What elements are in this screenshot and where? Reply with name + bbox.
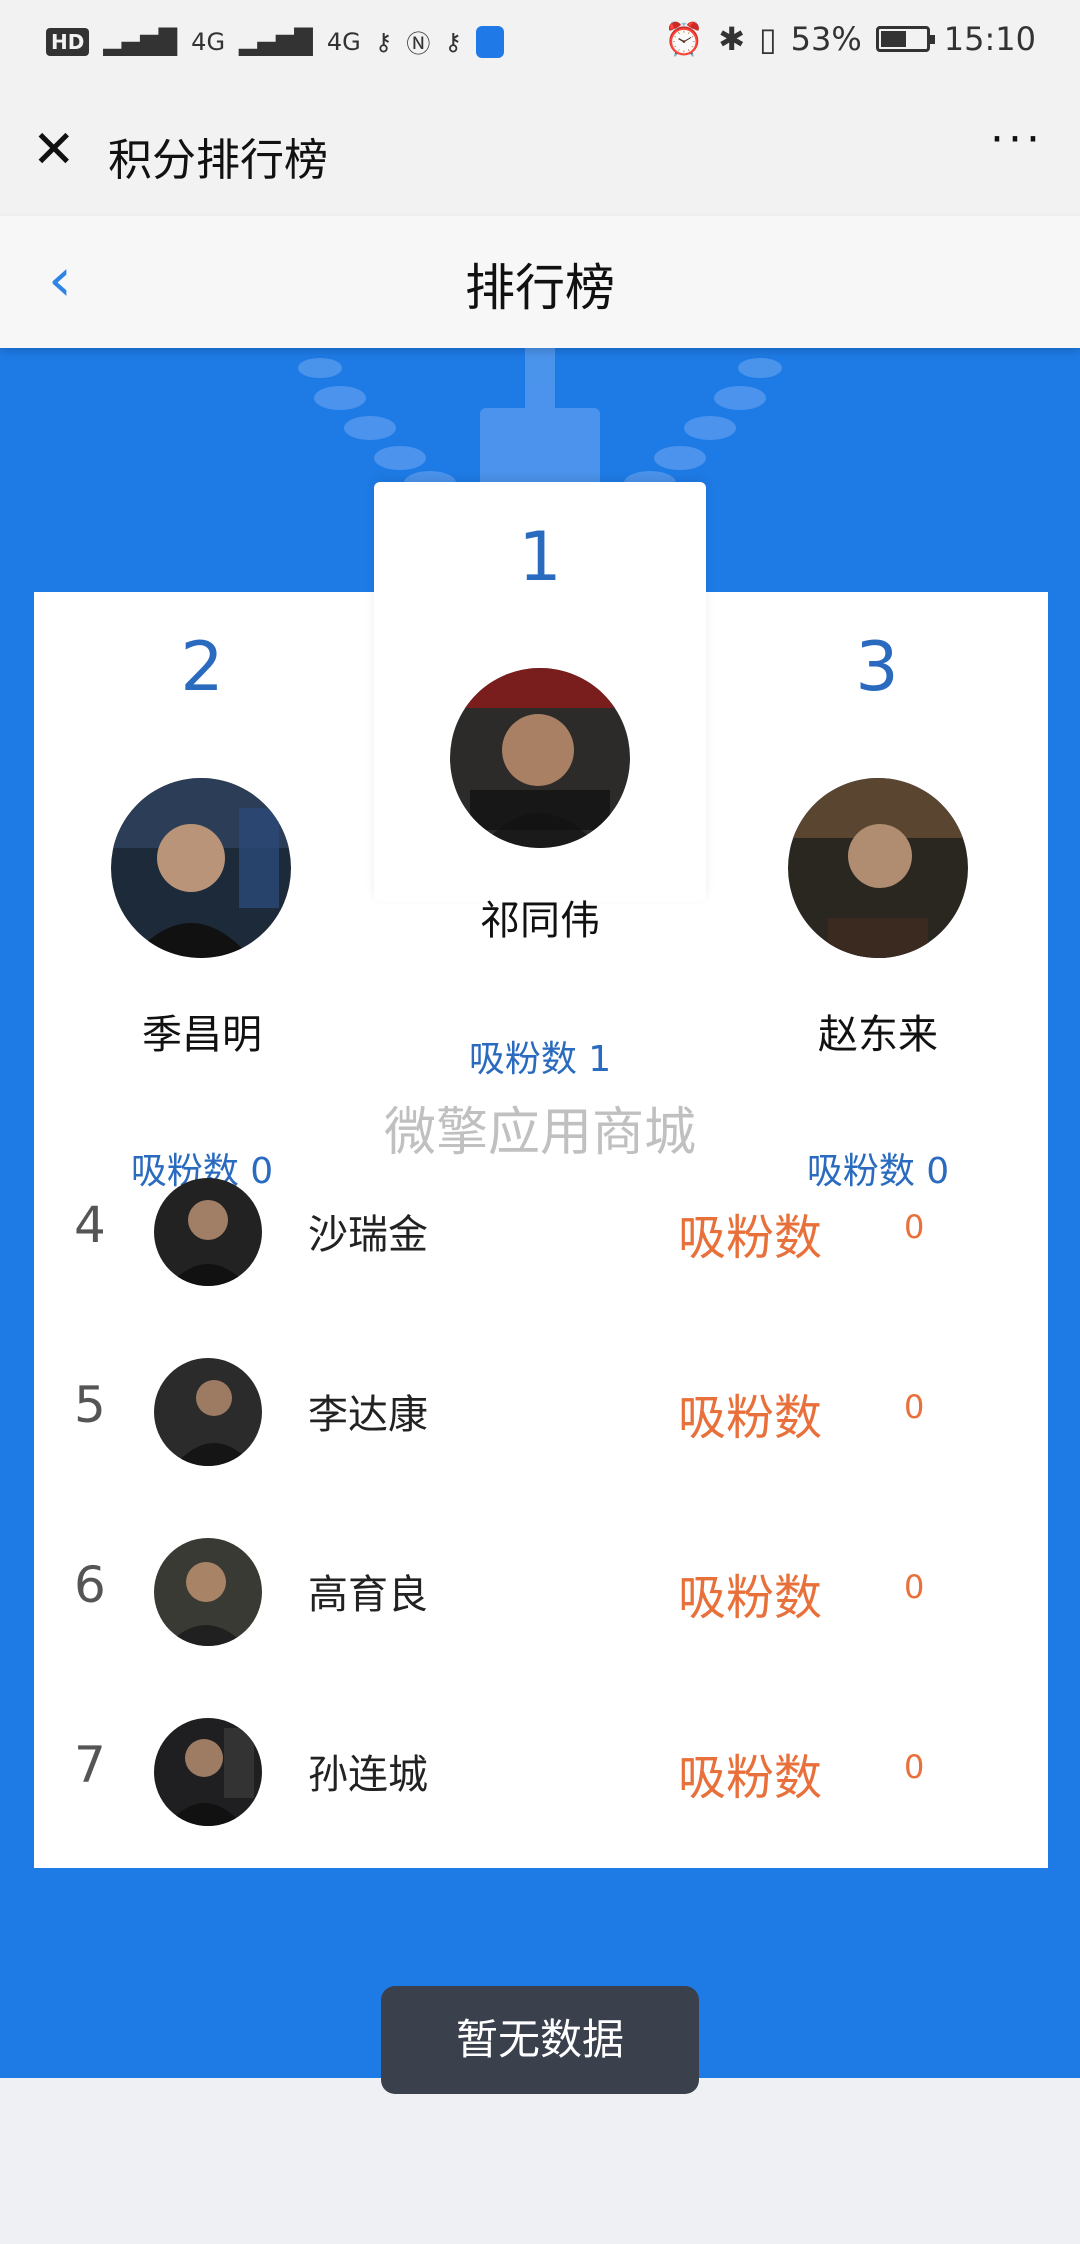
clock: 15:10 bbox=[943, 20, 1036, 58]
list-name: 高育良 bbox=[308, 1572, 428, 1618]
list-item[interactable]: 4 沙瑞金 吸粉数 0 bbox=[34, 1142, 1048, 1322]
battery-percent: 53% bbox=[790, 20, 862, 58]
shield-icon bbox=[475, 25, 504, 58]
close-icon[interactable]: ✕ bbox=[32, 124, 76, 176]
list-name: 沙瑞金 bbox=[308, 1212, 428, 1258]
battery-icon bbox=[875, 26, 935, 52]
nfc-icon: Ⓝ bbox=[406, 30, 431, 58]
list-name: 李达康 bbox=[308, 1392, 428, 1438]
status-right: ⏰ ✱ ▯ 53% 15:10 bbox=[664, 20, 1036, 58]
nav-title: 积分排行榜 bbox=[108, 135, 328, 186]
network-badge: 4G bbox=[326, 27, 361, 56]
avatar bbox=[154, 1178, 262, 1286]
watermark: 微擎应用商城 bbox=[383, 1103, 696, 1163]
rank-number: 4 bbox=[74, 1196, 106, 1254]
network-badge: 4G bbox=[191, 27, 226, 56]
more-button[interactable]: ··· bbox=[990, 114, 1044, 165]
toast-message: 暂无数据 bbox=[381, 1986, 699, 2094]
fans-label: 吸粉数 bbox=[678, 1390, 823, 1446]
wechat-nav-bar: ✕ 积分排行榜 ··· bbox=[0, 84, 1080, 216]
key-icon: ⚷ bbox=[374, 27, 393, 56]
rank-1-number: 1 bbox=[518, 518, 562, 597]
fans-label: 吸粉数 bbox=[678, 1570, 823, 1626]
fans-value: 0 bbox=[904, 1568, 925, 1606]
avatar bbox=[154, 1718, 262, 1826]
podium-name: 赵东来 bbox=[818, 1012, 938, 1058]
avatar-photo bbox=[111, 778, 291, 958]
podium-fans: 吸粉数 1 bbox=[468, 1039, 612, 1080]
avatar-photo bbox=[788, 778, 968, 958]
avatar[interactable] bbox=[788, 778, 968, 958]
key-icon: ⚷ bbox=[444, 27, 462, 56]
alarm-icon: ⏰ bbox=[664, 20, 705, 58]
fans-label: 吸粉数 bbox=[678, 1750, 823, 1806]
hd-badge: HD bbox=[46, 27, 90, 56]
rank-number: 5 bbox=[74, 1376, 106, 1434]
list-item[interactable]: 6 高育良 吸粉数 0 bbox=[34, 1502, 1048, 1682]
avatar-photo bbox=[154, 1358, 262, 1466]
podium-name: 季昌明 bbox=[142, 1012, 262, 1058]
page-title: 排行榜 bbox=[465, 259, 615, 317]
avatar-photo bbox=[154, 1178, 262, 1286]
signal-icon: ▂▄▆█ bbox=[103, 27, 178, 56]
status-bar: HD ▂▄▆█ 4G ▂▄▆█ 4G ⚷ Ⓝ ⚷ ⏰ ✱ ▯ 53% 15:10 bbox=[0, 0, 1080, 84]
signal-icon: ▂▄▆█ bbox=[239, 27, 313, 56]
page-header: ‹ 排行榜 bbox=[0, 216, 1080, 348]
bluetooth-icon: ✱ bbox=[718, 20, 746, 58]
fans-label: 吸粉数 bbox=[678, 1210, 823, 1266]
avatar[interactable] bbox=[111, 778, 291, 958]
podium-name: 祁同伟 bbox=[480, 898, 600, 944]
fans-value: 0 bbox=[904, 1388, 925, 1426]
avatar-photo bbox=[154, 1718, 262, 1826]
avatar-photo bbox=[154, 1538, 262, 1646]
rank-number: 7 bbox=[74, 1736, 106, 1794]
vibrate-icon: ▯ bbox=[759, 20, 777, 58]
fans-value: 0 bbox=[904, 1208, 925, 1246]
avatar bbox=[154, 1538, 262, 1646]
avatar[interactable] bbox=[450, 668, 630, 848]
rank-number: 6 bbox=[74, 1556, 106, 1614]
list-name: 孙连城 bbox=[308, 1752, 428, 1798]
status-left: HD ▂▄▆█ 4G ▂▄▆█ 4G ⚷ Ⓝ ⚷ bbox=[46, 24, 504, 59]
list-item[interactable]: 7 孙连城 吸粉数 0 bbox=[34, 1682, 1048, 1862]
list-item[interactable]: 5 李达康 吸粉数 0 bbox=[34, 1322, 1048, 1502]
avatar bbox=[154, 1358, 262, 1466]
rank-3-number: 3 bbox=[855, 628, 899, 707]
avatar-photo bbox=[450, 668, 630, 848]
rank-2-number: 2 bbox=[180, 628, 224, 707]
fans-value: 0 bbox=[904, 1748, 925, 1786]
